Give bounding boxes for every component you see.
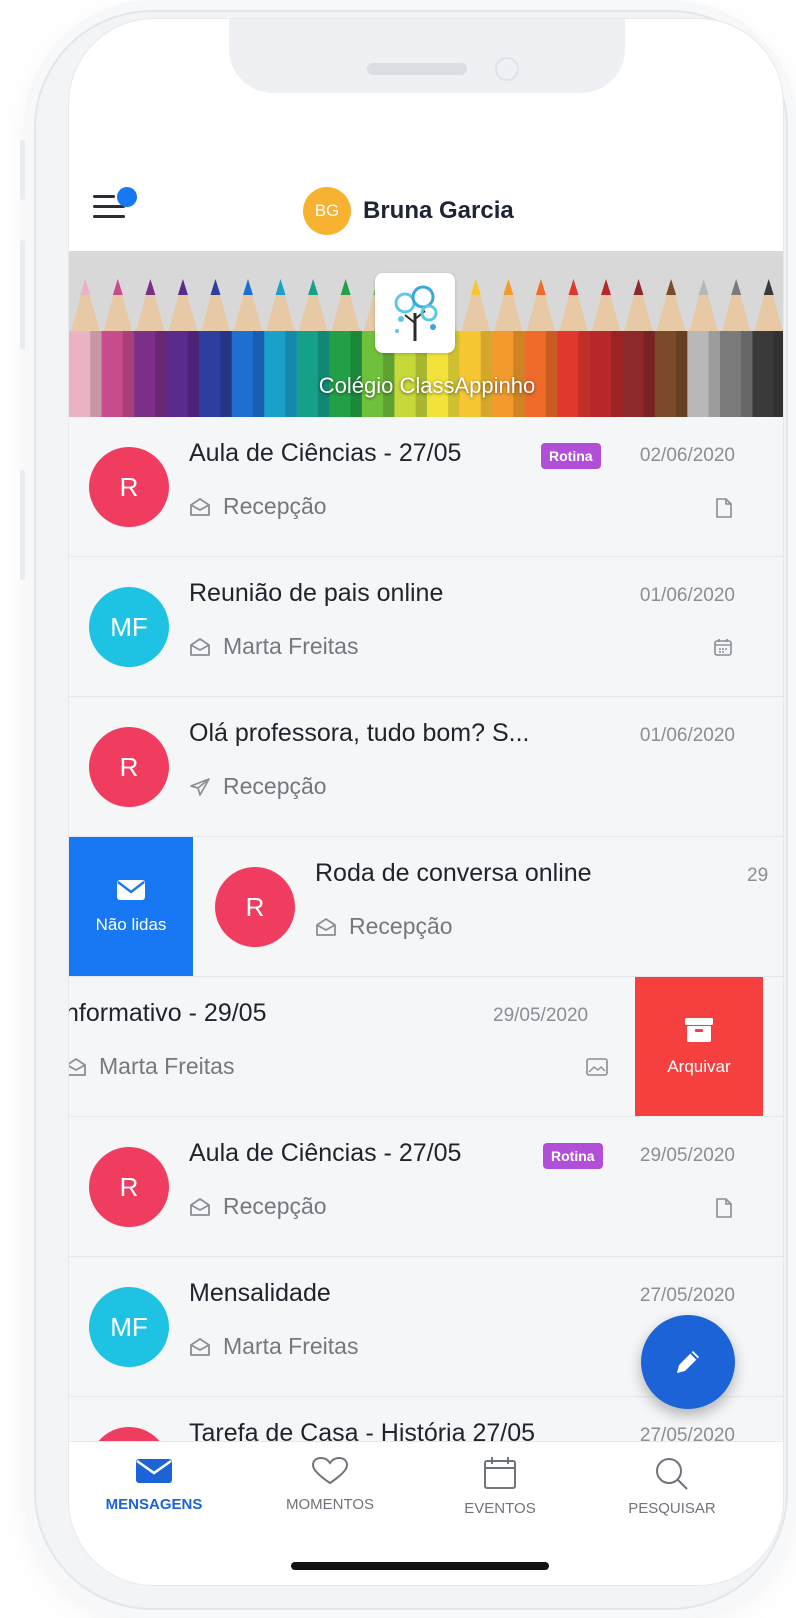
sender-avatar: R bbox=[89, 447, 169, 527]
message-subject: Roda de conversa online bbox=[315, 859, 592, 887]
envelope-icon bbox=[136, 1459, 172, 1483]
calendar-icon bbox=[484, 1457, 516, 1489]
file-icon bbox=[716, 1198, 732, 1218]
compose-button[interactable] bbox=[641, 1315, 735, 1409]
message-sender: Recepção bbox=[349, 913, 453, 939]
message-subject: Mensalidade bbox=[189, 1279, 331, 1307]
message-subject: Tarefa de Casa - História 27/05 bbox=[189, 1419, 536, 1441]
envelope-open-icon bbox=[190, 1197, 210, 1216]
heart-icon bbox=[311, 1456, 349, 1485]
tab-pesquisar[interactable]: PESQUISAR bbox=[597, 1456, 747, 1517]
archive-box-icon bbox=[685, 1018, 713, 1042]
speaker bbox=[367, 63, 467, 75]
paper-plane-icon bbox=[190, 777, 210, 796]
message-row[interactable]: R Aula de Ciências - 27/05 Rotina 29/05/… bbox=[69, 1117, 783, 1257]
envelope-open-icon bbox=[190, 637, 210, 656]
phone-notch bbox=[229, 19, 625, 93]
message-date: 01/06/2020 bbox=[639, 585, 735, 606]
tab-label: MENSAGENS bbox=[105, 1496, 203, 1513]
message-row[interactable]: R Olá professora, tudo bom? S... 01/06/2… bbox=[69, 697, 783, 837]
tab-eventos[interactable]: EVENTOS bbox=[425, 1456, 575, 1517]
sender-avatar: R bbox=[215, 867, 295, 947]
user-name: Bruna Garcia bbox=[363, 197, 514, 224]
bottom-tab-bar: MENSAGENS MOMENTOS EVENTOS PESQUISAR bbox=[69, 1441, 783, 1585]
calendar-icon bbox=[714, 639, 732, 656]
tag-badge: Rotina bbox=[541, 443, 601, 469]
tab-label: MOMENTOS bbox=[285, 1496, 375, 1513]
message-sender: Marta Freitas bbox=[99, 1053, 235, 1079]
message-date: 01/06/2020 bbox=[639, 725, 735, 746]
envelope-open-icon bbox=[316, 917, 336, 936]
message-sender: Recepção bbox=[223, 773, 327, 799]
envelope-open-icon bbox=[190, 497, 210, 516]
image-icon bbox=[586, 1058, 608, 1076]
sender-avatar: R bbox=[89, 727, 169, 807]
search-icon bbox=[656, 1458, 688, 1490]
archive-button[interactable]: Arquivar bbox=[635, 977, 763, 1116]
message-subject: Aula de Ciências - 27/05 bbox=[189, 439, 462, 467]
message-row[interactable]: nformativo - 29/05 29/05/2020 Marta Frei… bbox=[69, 977, 783, 1117]
archive-label: Arquivar bbox=[667, 1057, 731, 1076]
phone-side-button bbox=[20, 240, 25, 350]
top-bar: BG Bruna Garcia bbox=[69, 159, 783, 251]
sender-avatar: MF bbox=[89, 1287, 169, 1367]
school-banner: Colégio ClassAppinho bbox=[69, 251, 783, 417]
mark-unread-button[interactable]: Não lidas bbox=[69, 837, 193, 976]
message-row[interactable]: R Aula de Ciências - 27/05 Rotina 02/06/… bbox=[69, 417, 783, 557]
message-date: 27/05/2020 bbox=[639, 1425, 735, 1441]
user-avatar: BG bbox=[303, 187, 351, 235]
pencil-icon bbox=[677, 1351, 699, 1373]
home-indicator bbox=[291, 1562, 549, 1570]
message-subject: Reunião de pais online bbox=[189, 579, 444, 607]
sender-avatar: MF bbox=[89, 587, 169, 667]
message-date: 29 bbox=[747, 865, 769, 886]
school-name: Colégio ClassAppinho bbox=[318, 373, 536, 398]
phone-side-button bbox=[20, 470, 25, 580]
message-date: 27/05/2020 bbox=[639, 1285, 735, 1306]
message-date: 02/06/2020 bbox=[639, 445, 735, 466]
message-sender: Marta Freitas bbox=[223, 1333, 359, 1359]
message-sender: Recepção bbox=[223, 493, 327, 519]
file-icon bbox=[716, 498, 732, 518]
sender-avatar: R bbox=[89, 1147, 169, 1227]
envelope-open-icon bbox=[190, 1337, 210, 1356]
envelope-open-icon bbox=[69, 1057, 86, 1076]
message-row[interactable]: MF Reunião de pais online 01/06/2020 Mar… bbox=[69, 557, 783, 697]
mark-unread-label: Não lidas bbox=[95, 915, 167, 934]
tab-label: EVENTOS bbox=[464, 1500, 536, 1517]
user-switcher[interactable]: BG Bruna Garcia bbox=[303, 187, 514, 235]
sender-avatar bbox=[89, 1427, 169, 1441]
tab-label: PESQUISAR bbox=[628, 1500, 716, 1517]
message-date: 29/05/2020 bbox=[493, 1005, 589, 1026]
phone-side-button bbox=[20, 140, 25, 200]
notification-dot bbox=[117, 187, 137, 207]
tag-badge: Rotina bbox=[543, 1143, 603, 1169]
envelope-icon bbox=[117, 880, 145, 900]
message-date: 29/05/2020 bbox=[639, 1145, 735, 1166]
message-subject: Olá professora, tudo bom? S... bbox=[189, 719, 530, 747]
school-logo bbox=[375, 273, 455, 353]
tab-mensagens[interactable]: MENSAGENS bbox=[79, 1456, 229, 1513]
tab-momentos[interactable]: MOMENTOS bbox=[255, 1456, 405, 1513]
phone-screen: BG Bruna Garcia Colégio ClassAppinho R A… bbox=[68, 18, 784, 1586]
message-subject: Aula de Ciências - 27/05 bbox=[189, 1139, 462, 1167]
menu-icon[interactable] bbox=[93, 187, 137, 221]
message-sender: Recepção bbox=[223, 1193, 327, 1219]
camera bbox=[495, 57, 519, 81]
message-subject: nformativo - 29/05 bbox=[69, 999, 267, 1027]
message-sender: Marta Freitas bbox=[223, 633, 359, 659]
message-list: R Aula de Ciências - 27/05 Rotina 02/06/… bbox=[69, 417, 783, 1441]
message-row[interactable]: Não lidas R Roda de conversa online 29 R… bbox=[69, 837, 783, 977]
